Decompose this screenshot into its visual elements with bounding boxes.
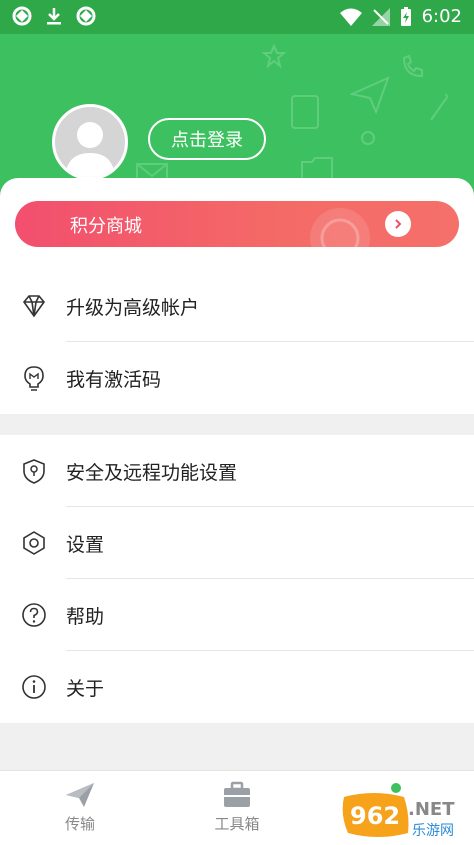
info-circle-icon	[22, 675, 46, 699]
tab-toolbox-label: 工具箱	[214, 815, 260, 833]
svg-text:962: 962	[350, 802, 400, 830]
menu-item-security-remote[interactable]: 安全及远程功能设置	[0, 435, 474, 507]
status-system: 6:02	[339, 6, 462, 27]
clock: 6:02	[421, 6, 462, 27]
menu-label-security-remote: 安全及远程功能设置	[66, 462, 238, 484]
doodle-plane-icon	[350, 76, 390, 114]
menu-label-activation-code: 我有激活码	[66, 369, 162, 391]
sync-icon	[12, 6, 32, 26]
menu-label-settings: 设置	[66, 534, 105, 556]
no-signal-icon	[371, 7, 390, 26]
menu-item-about[interactable]: 关于	[0, 651, 474, 723]
lightbulb-icon	[24, 366, 44, 391]
login-button[interactable]: 点击登录	[148, 118, 266, 160]
doodle-star-icon	[262, 44, 286, 68]
tab-transfer[interactable]: 传输	[40, 781, 120, 834]
menu-item-help[interactable]: 帮助	[0, 579, 474, 651]
menu-item-upgrade[interactable]: 升级为高级帐户	[0, 270, 474, 342]
menu-label-about: 关于	[66, 678, 105, 700]
send-icon	[66, 783, 94, 807]
points-mall-banner[interactable]: 积分商城	[15, 201, 459, 247]
menu-label-help: 帮助	[66, 606, 105, 628]
question-circle-icon	[22, 603, 46, 627]
tab-transfer-label: 传输	[64, 815, 95, 833]
sync-icon-2	[76, 6, 96, 26]
download-icon	[47, 8, 61, 25]
status-bar: 6:02	[0, 0, 474, 34]
diamond-icon	[22, 295, 46, 318]
doodle-phone-icon	[402, 54, 423, 78]
wifi-icon	[339, 8, 362, 26]
chevron-right-icon	[385, 211, 411, 237]
svg-text:乐游网: 乐游网	[412, 823, 454, 839]
watermark-logo: 962 .NET 乐游网	[338, 789, 470, 841]
svg-text:.NET: .NET	[408, 799, 455, 820]
avatar[interactable]	[52, 104, 128, 180]
menu-item-settings[interactable]: 设置	[0, 507, 474, 579]
doodle-clip-icon	[430, 94, 448, 121]
battery-icon	[400, 6, 411, 26]
status-notifications	[12, 6, 96, 26]
menu-item-activation-code[interactable]: 我有激活码	[0, 342, 474, 414]
points-mall-label: 积分商城	[70, 216, 142, 237]
tab-toolbox[interactable]: 工具箱	[197, 781, 277, 834]
menu-label-upgrade: 升级为高级帐户	[66, 297, 200, 319]
bottom-tab-bar: 传输 工具箱 962 .NET 乐游网	[0, 770, 474, 845]
mall-decoration-icon	[310, 208, 370, 247]
doodle-circle-icon	[361, 131, 375, 145]
shield-lock-icon	[23, 459, 45, 484]
doodle-doc-icon	[291, 95, 319, 129]
toolbox-icon	[224, 781, 250, 807]
hexagon-settings-icon	[23, 531, 45, 555]
user-silhouette-icon	[65, 122, 115, 177]
